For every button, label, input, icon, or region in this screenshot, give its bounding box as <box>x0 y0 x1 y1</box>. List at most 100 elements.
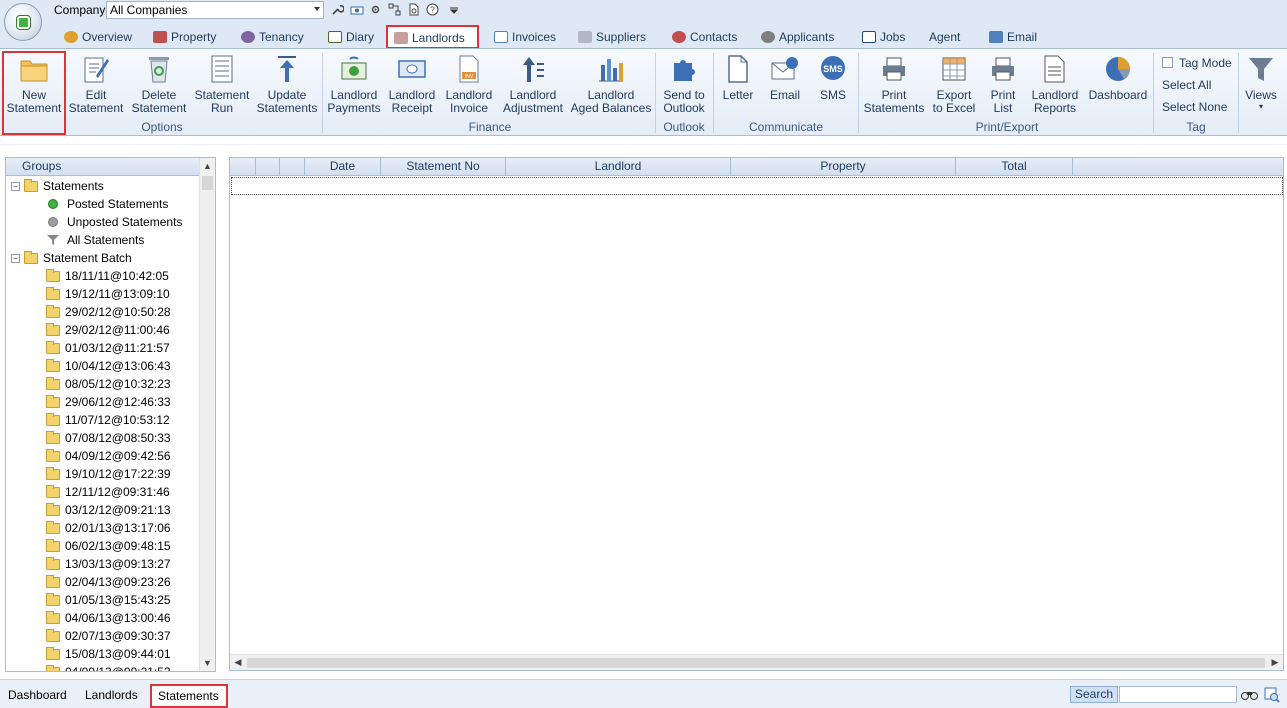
grid-header-property[interactable]: Property <box>731 158 956 175</box>
landlord-aged-balances-button[interactable]: Landlord Aged Balances <box>570 53 652 119</box>
bottom-tab-dashboard[interactable]: Dashboard <box>2 685 73 707</box>
tree-node-batch[interactable]: 02/01/13@13:17:06 <box>46 519 171 537</box>
tab-overview[interactable]: Overview <box>58 26 138 48</box>
select-none-button[interactable]: Select None <box>1162 100 1227 114</box>
scroll-right-icon[interactable]: ▶ <box>1267 655 1283 670</box>
landlord-reports-button[interactable]: Landlord Reports <box>1028 53 1082 119</box>
tab-diary[interactable]: Diary <box>322 26 380 48</box>
tab-landlords[interactable]: Landlords <box>386 25 479 49</box>
grid-header-date[interactable]: Date <box>305 158 381 175</box>
export-to-excel-button[interactable]: Export to Excel <box>930 53 978 119</box>
tab-email[interactable]: Email <box>983 26 1043 48</box>
grid-header-flag[interactable] <box>280 158 305 175</box>
grid-header-statement-no[interactable]: Statement No <box>381 158 506 175</box>
tree-node-batch[interactable]: 04/09/12@09:42:56 <box>46 447 171 465</box>
tree-node-batch[interactable]: 04/06/13@13:00:46 <box>46 609 171 627</box>
bottom-tab-statements[interactable]: Statements <box>150 684 228 708</box>
folder-icon <box>46 538 60 552</box>
new-row[interactable] <box>231 177 1283 195</box>
dashboard-button[interactable]: Dashboard <box>1086 53 1150 119</box>
scrollbar-thumb[interactable] <box>202 176 213 190</box>
grid-header-status[interactable] <box>256 158 280 175</box>
collapse-icon[interactable]: − <box>11 181 20 191</box>
collapse-icon[interactable]: − <box>11 253 20 263</box>
tree-node-batch[interactable]: 10/04/12@13:06:43 <box>46 357 171 375</box>
landlord-receipt-button[interactable]: Landlord Receipt <box>386 53 438 119</box>
grid-header-selector[interactable] <box>230 158 256 175</box>
advanced-search-icon[interactable] <box>1263 686 1281 703</box>
landlord-payments-button[interactable]: Landlord Payments <box>327 53 381 119</box>
search-input[interactable] <box>1119 686 1237 703</box>
landlord-adjustment-button[interactable]: Landlord Adjustment <box>500 53 566 119</box>
scroll-left-icon[interactable]: ◀ <box>230 655 246 670</box>
tree-node-batch[interactable]: 19/10/12@17:22:39 <box>46 465 171 483</box>
tree-node-batch[interactable]: 11/07/12@10:53:12 <box>46 411 170 429</box>
tab-jobs[interactable]: Jobs <box>856 26 911 48</box>
grid-header-total[interactable]: Total <box>956 158 1073 175</box>
tab-tenancy[interactable]: Tenancy <box>235 26 310 48</box>
tree-node-batch[interactable]: 13/03/13@09:13:27 <box>46 555 171 573</box>
scrollbar-thumb[interactable] <box>247 658 1265 668</box>
tree-node-batch[interactable]: 12/11/12@09:31:46 <box>46 483 170 501</box>
tree-node-batch[interactable]: 04/09/13@09:21:52 <box>46 663 171 671</box>
views-button[interactable]: Views ▾ <box>1242 53 1280 119</box>
tree-node-unposted-statements[interactable]: Unposted Statements <box>48 213 182 231</box>
tree-node-batch[interactable]: 02/07/13@09:30:37 <box>46 627 171 645</box>
select-all-button[interactable]: Select All <box>1162 78 1211 92</box>
tab-invoices[interactable]: Invoices <box>488 26 562 48</box>
bottom-tab-landlords[interactable]: Landlords <box>79 685 144 707</box>
tree-node-all-statements[interactable]: All Statements <box>46 231 144 249</box>
document-link-icon[interactable] <box>406 2 421 17</box>
tree-node-batch[interactable]: 06/02/13@09:48:15 <box>46 537 171 555</box>
groups-vertical-scrollbar[interactable]: ▲ ▼ <box>199 158 215 671</box>
tree-node-batch[interactable]: 18/11/11@10:42:05 <box>46 267 169 285</box>
tree-node-label: 29/02/12@11:00:46 <box>65 323 170 337</box>
tree-node-statements[interactable]: − Statements <box>11 177 104 195</box>
tree-node-batch[interactable]: 19/12/11@13:09:10 <box>46 285 170 303</box>
network-icon[interactable] <box>387 2 402 17</box>
company-select[interactable]: All Companies <box>106 1 324 19</box>
tree-node-batch[interactable]: 29/02/12@10:50:28 <box>46 303 171 321</box>
send-to-outlook-button[interactable]: Send to Outlook <box>659 53 709 119</box>
tree-node-batch[interactable]: 03/12/12@09:21:13 <box>46 501 171 519</box>
update-statements-button[interactable]: Update Statements <box>255 53 319 119</box>
grid-header-landlord[interactable]: Landlord <box>506 158 731 175</box>
letter-button[interactable]: Letter <box>717 53 759 119</box>
sms-button[interactable]: SMS SMS <box>812 53 854 119</box>
print-list-button[interactable]: Print List <box>982 53 1024 119</box>
print-statements-button[interactable]: Print Statements <box>862 53 926 119</box>
tree-node-batch[interactable]: 08/05/12@10:32:23 <box>46 375 171 393</box>
help-icon[interactable]: ? <box>425 2 440 17</box>
folder-icon <box>46 448 60 462</box>
money-icon[interactable] <box>349 2 364 17</box>
scroll-down-icon[interactable]: ▼ <box>200 655 215 671</box>
statement-run-button[interactable]: Statement Run <box>193 53 251 119</box>
delete-statement-button[interactable]: Delete Statement <box>129 53 189 119</box>
tab-suppliers[interactable]: Suppliers <box>572 26 652 48</box>
tab-applicants[interactable]: Applicants <box>755 26 840 48</box>
tab-contacts[interactable]: Contacts <box>666 26 743 48</box>
tree-node-batch[interactable]: 02/04/13@09:23:26 <box>46 573 171 591</box>
tab-agent[interactable]: Agent <box>923 26 966 48</box>
tab-property[interactable]: Property <box>147 26 222 48</box>
scroll-up-icon[interactable]: ▲ <box>200 158 215 174</box>
app-menu-button[interactable] <box>4 3 42 41</box>
tag-mode-checkbox[interactable]: Tag Mode <box>1162 56 1232 70</box>
tree-node-batch[interactable]: 01/05/13@15:43:25 <box>46 591 171 609</box>
tree-node-batch[interactable]: 29/06/12@12:46:33 <box>46 393 171 411</box>
settings-icon[interactable] <box>368 2 383 17</box>
grid-horizontal-scrollbar[interactable]: ◀ ▶ <box>230 654 1283 670</box>
tree-node-posted-statements[interactable]: Posted Statements <box>48 195 168 213</box>
customize-dropdown-icon[interactable] <box>444 2 464 17</box>
tree-node-batch[interactable]: 07/08/12@08:50:33 <box>46 429 171 447</box>
tree-node-batch[interactable]: 29/02/12@11:00:46 <box>46 321 170 339</box>
tree-node-batch[interactable]: 01/03/12@11:21:57 <box>46 339 170 357</box>
tree-node-batch[interactable]: 15/08/13@09:44:01 <box>46 645 171 663</box>
folder-icon <box>46 502 60 516</box>
edit-statement-button[interactable]: Edit Statement <box>68 53 124 119</box>
binoculars-icon[interactable] <box>1240 686 1258 703</box>
wrench-icon[interactable] <box>330 2 345 17</box>
email-button[interactable]: Email <box>764 53 806 119</box>
landlord-invoice-button[interactable]: INV Landlord Invoice <box>443 53 495 119</box>
tree-node-statement-batch[interactable]: − Statement Batch <box>11 249 132 267</box>
